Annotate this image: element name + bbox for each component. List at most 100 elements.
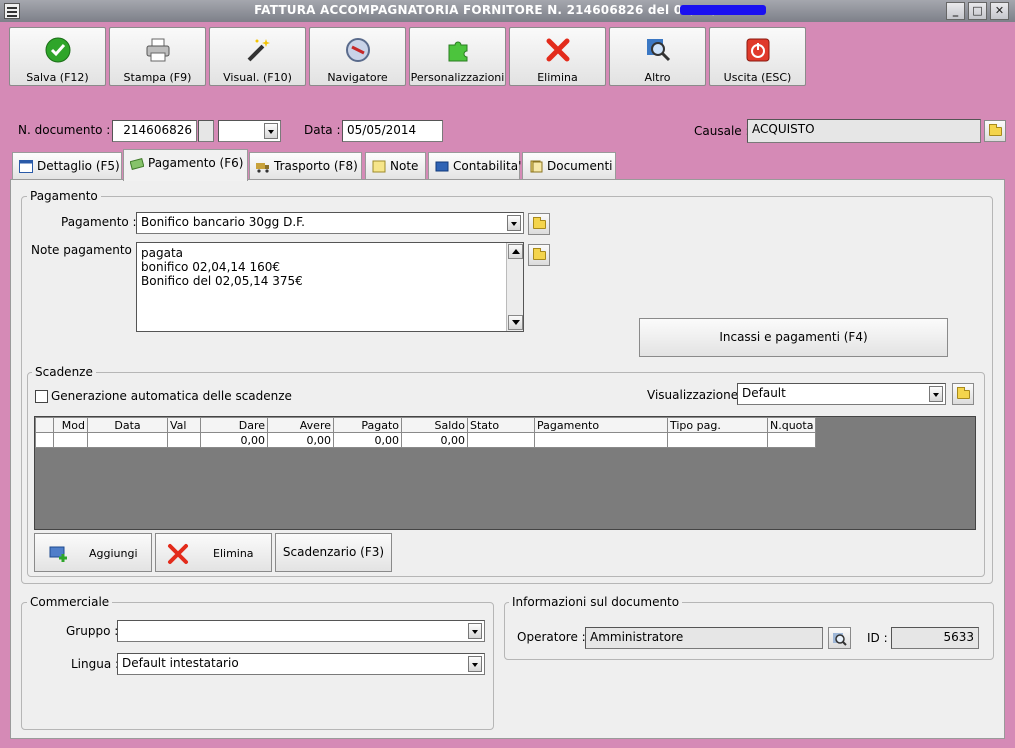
table-cell[interactable] [766, 432, 817, 448]
chevron-down-icon[interactable] [507, 215, 521, 231]
table-cell[interactable]: 0,00 [401, 432, 468, 448]
lingua-select[interactable]: Default intestatario [117, 653, 485, 675]
compass-icon [346, 38, 370, 62]
aggiungi-button[interactable]: Aggiungi [34, 533, 152, 572]
table-cell[interactable]: 0,00 [200, 432, 268, 448]
auto-scadenze-checkbox[interactable] [35, 390, 48, 403]
row-selector-header [35, 417, 54, 433]
visualizzazione-label: Visualizzazione : [647, 388, 746, 402]
causale-label: Causale : [694, 124, 750, 138]
tab-documenti[interactable]: Documenti [522, 152, 616, 180]
table-cell[interactable] [53, 432, 88, 448]
scroll-up-icon[interactable] [508, 244, 523, 259]
visualizzazione-browse-button[interactable] [952, 383, 974, 405]
id-label: ID : [867, 631, 888, 645]
window-title: FATTURA ACCOMPAGNATORIA FORNITORE N. 214… [254, 3, 761, 17]
table-cell[interactable]: 0,00 [333, 432, 402, 448]
tab-note[interactable]: Note [365, 152, 426, 180]
pagamento-label: Pagamento : [61, 215, 137, 229]
column-header[interactable]: Data [87, 417, 168, 433]
folder-icon [533, 217, 546, 229]
operatore-field: Amministratore [585, 627, 823, 649]
date-field[interactable]: 05/05/2014 [342, 120, 443, 142]
doc-number-spinner[interactable] [198, 120, 214, 142]
column-header[interactable]: Pagamento [534, 417, 668, 433]
minimize-button[interactable]: _ [946, 2, 965, 20]
salva-label: Salva (F12) [26, 71, 89, 84]
chevron-down-icon[interactable] [468, 656, 482, 672]
power-icon [746, 38, 770, 62]
chevron-down-icon[interactable] [264, 123, 278, 139]
visual-button[interactable]: Visual. (F10) [209, 27, 306, 86]
causale-browse-button[interactable] [984, 120, 1006, 142]
close-window-button[interactable]: ✕ [990, 2, 1009, 20]
note-line: pagata [141, 246, 183, 260]
column-header[interactable]: Pagato [333, 417, 402, 433]
note-line: Bonifico del 02,05,14 375€ [141, 274, 303, 288]
table-cell[interactable] [87, 432, 168, 448]
column-header[interactable]: Val [167, 417, 201, 433]
column-header[interactable]: Saldo [401, 417, 468, 433]
operatore-lookup-button[interactable] [828, 627, 851, 649]
table-cell[interactable] [534, 432, 668, 448]
column-header[interactable]: Avere [267, 417, 334, 433]
tab-dettaglio[interactable]: Dettaglio (F5) [12, 152, 122, 180]
book-icon [435, 161, 449, 172]
stampa-button[interactable]: Stampa (F9) [109, 27, 206, 86]
altro-button[interactable]: Altro [609, 27, 706, 86]
note-browse-button[interactable] [528, 244, 550, 266]
column-header[interactable]: N.quota [766, 417, 817, 433]
causale-field[interactable]: ACQUISTO [747, 119, 981, 143]
elimina-button[interactable]: Elimina [509, 27, 606, 86]
scroll-down-icon[interactable] [508, 315, 523, 330]
navigatore-button[interactable]: Navigatore [309, 27, 406, 86]
column-header[interactable]: Dare [200, 417, 268, 433]
note-pagamento-textarea[interactable]: pagata bonifico 02,04,14 160€ Bonifico d… [136, 242, 524, 332]
column-header[interactable]: Tipo pag. [667, 417, 768, 433]
elimina-scadenza-button[interactable]: Elimina [155, 533, 272, 572]
doc-suffix-select[interactable] [218, 120, 281, 142]
tab-contabilita-label: Contabilita' [453, 159, 522, 173]
tab-contabilita[interactable]: Contabilita' [428, 152, 522, 180]
table-cell[interactable] [667, 432, 768, 448]
tab-pagamento[interactable]: Pagamento (F6) [123, 149, 248, 181]
elimina-label: Elimina [537, 71, 578, 84]
documents-icon [530, 160, 543, 173]
pagamento-select[interactable]: Bonifico bancario 30gg D.F. [136, 212, 524, 234]
folder-icon [957, 387, 970, 399]
chevron-down-icon[interactable] [929, 386, 943, 402]
truck-icon [256, 163, 269, 173]
navigatore-label: Navigatore [327, 71, 388, 84]
pagamento-browse-button[interactable] [528, 213, 550, 235]
chevron-down-icon[interactable] [468, 623, 482, 639]
magic-wand-icon [247, 39, 270, 62]
uscita-button[interactable]: Uscita (ESC) [709, 27, 806, 86]
visualizzazione-select[interactable]: Default [737, 383, 946, 405]
pagamento-value: Bonifico bancario 30gg D.F. [141, 215, 305, 229]
note-pagamento-label: Note pagamento : [31, 243, 140, 257]
note-scrollbar[interactable] [506, 243, 523, 331]
personalizzazioni-button[interactable]: Personalizzazioni [409, 27, 506, 86]
salva-button[interactable]: Salva (F12) [9, 27, 106, 86]
doc-number-field[interactable]: 214606826 [112, 120, 197, 142]
table-cell[interactable]: 0,00 [267, 432, 334, 448]
table-cell[interactable] [467, 432, 535, 448]
column-header[interactable]: Mod [53, 417, 88, 433]
scadenze-grid[interactable]: Mod Data Val Dare Avere Pagato Saldo Sta… [34, 416, 976, 530]
table-cell[interactable] [167, 432, 201, 448]
tab-trasporto[interactable]: Trasporto (F8) [249, 152, 362, 180]
scadenzario-button[interactable]: Scadenzario (F3) [275, 533, 392, 572]
tab-trasporto-label: Trasporto (F8) [274, 159, 358, 173]
title-bar: FATTURA ACCOMPAGNATORIA FORNITORE N. 214… [0, 0, 1015, 22]
gruppo-select[interactable] [117, 620, 485, 642]
add-row-icon [49, 546, 67, 562]
table-row[interactable]: 0,00 0,00 0,00 0,00 [35, 432, 817, 448]
commerciale-group-title: Commerciale [27, 595, 113, 609]
row-selector[interactable] [35, 432, 54, 448]
magnifier-icon [833, 633, 847, 646]
column-header[interactable]: Stato [467, 417, 535, 433]
maximize-button[interactable]: □ [968, 2, 987, 20]
incassi-pagamenti-button[interactable]: Incassi e pagamenti (F4) [639, 318, 948, 357]
gruppo-label: Gruppo : [66, 624, 119, 638]
tab-pagamento-label: Pagamento (F6) [148, 156, 244, 170]
